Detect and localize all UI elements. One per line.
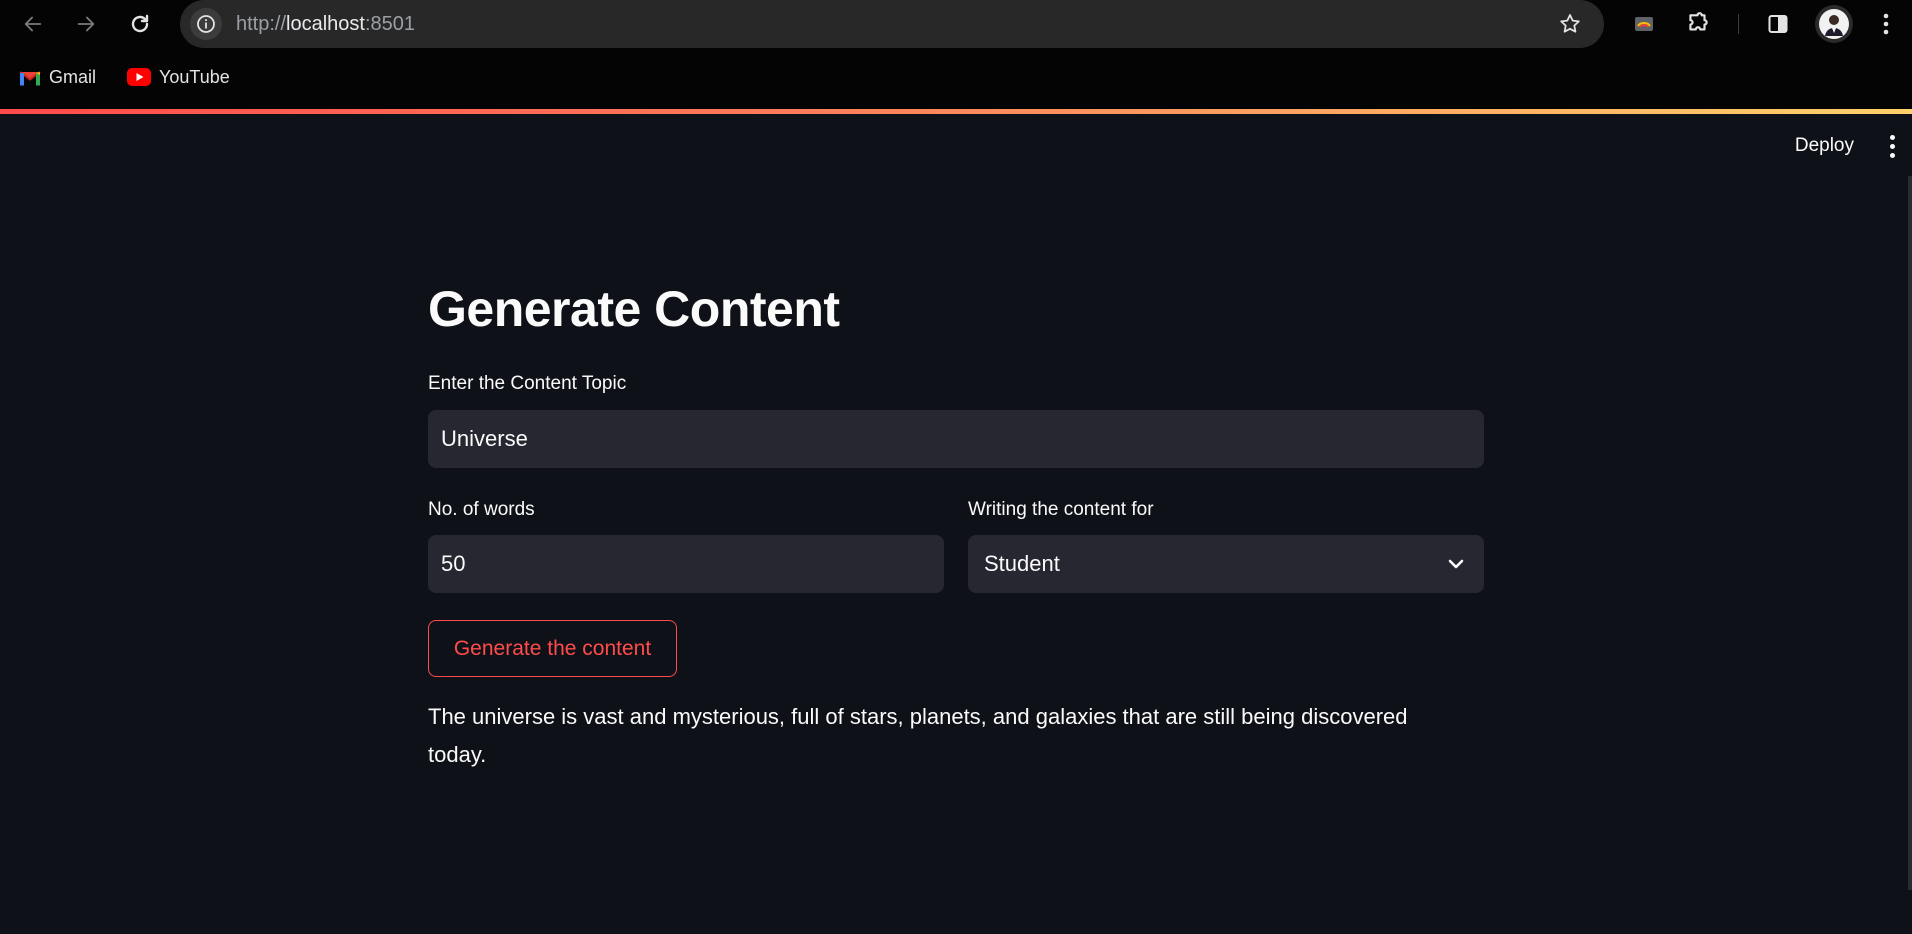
app-header: Deploy [1777, 128, 1912, 164]
chevron-down-icon [1448, 559, 1464, 569]
bookmarks-bar: Gmail YouTube [0, 62, 1912, 92]
bookmark-star-button[interactable] [1558, 12, 1582, 41]
arrow-right-icon [77, 16, 95, 32]
arrow-left-icon [24, 16, 42, 32]
audience-selected-value: Student [984, 551, 1060, 576]
page-title: Generate Content [428, 281, 840, 337]
youtube-icon [127, 68, 151, 86]
profile-button[interactable] [1815, 5, 1853, 43]
forward-button[interactable] [69, 7, 103, 41]
browser-toolbar: http://localhost:8501 [0, 0, 1912, 48]
extension-button[interactable] [1627, 7, 1661, 41]
audience-select[interactable]: Student [968, 535, 1484, 593]
url-port: :8501 [364, 13, 416, 35]
url-text: http://localhost:8501 [236, 12, 415, 36]
kebab-menu-icon[interactable] [1872, 128, 1912, 164]
bookmark-label: Gmail [49, 66, 97, 87]
bookmark-gmail[interactable]: Gmail [19, 62, 96, 92]
puzzle-icon [1689, 12, 1708, 31]
generated-output: The universe is vast and mysterious, ful… [428, 704, 1408, 767]
audience-label: Writing the content for [968, 499, 1154, 520]
avatar-icon [1819, 9, 1849, 39]
words-input[interactable] [428, 535, 944, 593]
toolbar-divider [1738, 14, 1739, 34]
reload-icon [131, 14, 149, 33]
extension-app-icon [1635, 17, 1653, 31]
extensions-button[interactable] [1681, 7, 1715, 41]
kebab-icon [1883, 13, 1889, 35]
site-info-button[interactable] [190, 8, 222, 40]
side-panel-button[interactable] [1761, 7, 1795, 41]
words-label: No. of words [428, 499, 535, 520]
scrollbar[interactable] [1908, 176, 1912, 890]
app-body: Deploy Generate Content Enter the Conten… [0, 114, 1912, 934]
address-bar[interactable]: http://localhost:8501 [180, 0, 1604, 48]
browser-menu-button[interactable] [1869, 7, 1903, 41]
back-button[interactable] [16, 7, 50, 41]
info-icon [197, 15, 215, 33]
url-host: localhost [286, 13, 365, 35]
gmail-icon [19, 70, 41, 85]
url-scheme: http:// [236, 13, 287, 35]
topic-input[interactable] [428, 410, 1484, 468]
browser-chrome: http://localhost:8501 Gmail YouTube [0, 0, 1912, 110]
deploy-button[interactable]: Deploy [1777, 131, 1872, 161]
topic-label: Enter the Content Topic [428, 373, 627, 394]
side-panel-icon [1768, 15, 1788, 33]
star-icon [1560, 14, 1580, 33]
bookmark-youtube[interactable]: YouTube [127, 62, 230, 92]
generate-button[interactable]: Generate the content [428, 620, 677, 677]
reload-button[interactable] [123, 7, 157, 41]
bookmark-label: YouTube [159, 66, 230, 87]
